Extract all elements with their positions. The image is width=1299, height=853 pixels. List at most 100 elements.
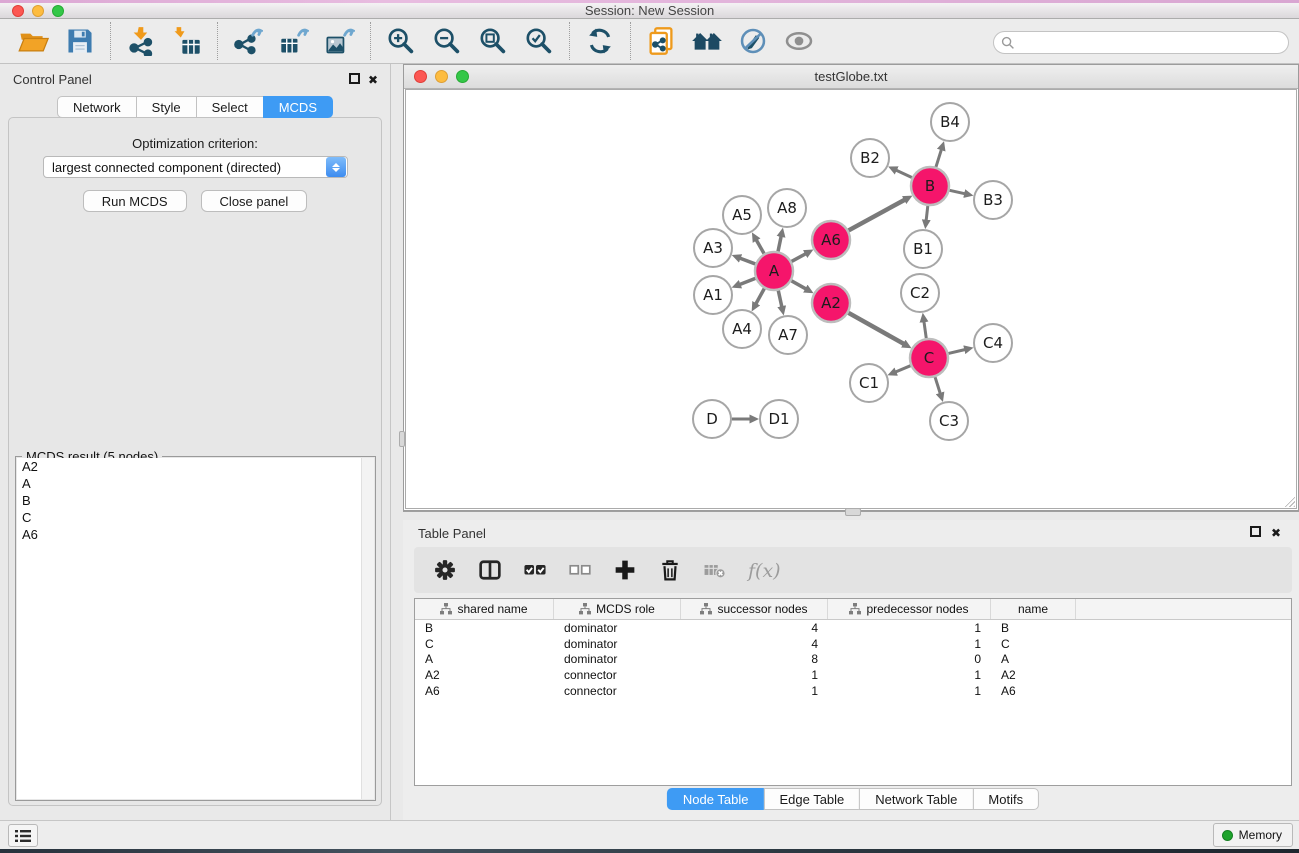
export-table-button[interactable] <box>276 23 312 59</box>
tab-network[interactable]: Network <box>57 96 137 118</box>
memory-button[interactable]: Memory <box>1213 823 1293 847</box>
network-canvas[interactable]: B4 B2 B B3 A8A5 A6 A3 B1 A A1 C2 A2 A4A7 C4 C C1 C3 D D1 <box>405 89 1297 509</box>
tab-network-table[interactable]: Network Table <box>859 788 973 810</box>
zoom-fit-button[interactable] <box>475 23 511 59</box>
tab-motifs[interactable]: Motifs <box>972 788 1039 810</box>
table-row[interactable]: A2connector11A2 <box>415 667 1291 683</box>
eye-button[interactable] <box>781 23 817 59</box>
mcds-result-item[interactable]: A6 <box>17 526 374 543</box>
tab-edge-table[interactable]: Edge Table <box>763 788 860 810</box>
node-A[interactable]: A <box>755 252 793 290</box>
node-C4[interactable]: C4 <box>974 324 1012 362</box>
zoom-out-button[interactable] <box>429 23 465 59</box>
node-B1[interactable]: B1 <box>904 230 942 268</box>
node-B[interactable]: B <box>911 167 949 205</box>
node-B2[interactable]: B2 <box>851 139 889 177</box>
node-A6[interactable]: A6 <box>812 221 850 259</box>
column-header-MCDS-role[interactable]: MCDS role <box>554 599 681 619</box>
save-button[interactable] <box>62 23 98 59</box>
node-B4[interactable]: B4 <box>931 103 969 141</box>
task-history-button[interactable] <box>8 824 38 847</box>
node-C3[interactable]: C3 <box>930 402 968 440</box>
clone-network-button[interactable] <box>643 23 679 59</box>
edge-C-C1[interactable] <box>896 366 911 372</box>
add-button[interactable] <box>610 555 640 585</box>
node-A7[interactable]: A7 <box>769 316 807 354</box>
table-row[interactable]: Bdominator41B <box>415 620 1291 636</box>
node-label: B4 <box>940 113 960 131</box>
edge-A-A8[interactable] <box>778 236 781 251</box>
mcds-result-item[interactable]: A2 <box>17 458 374 475</box>
node-D1[interactable]: D1 <box>760 400 798 438</box>
tab-select[interactable]: Select <box>196 96 264 118</box>
edge-B-B2[interactable] <box>896 170 912 177</box>
edge-C-C4[interactable] <box>948 350 964 354</box>
tab-style[interactable]: Style <box>136 96 197 118</box>
edge-B-B4[interactable] <box>936 150 941 167</box>
table-row[interactable]: A6connector11A6 <box>415 683 1291 699</box>
node-C1[interactable]: C1 <box>850 364 888 402</box>
node-A4[interactable]: A4 <box>723 310 761 348</box>
edge-B-B3[interactable] <box>950 190 965 193</box>
criterion-select[interactable]: largest connected component (directed) <box>43 156 348 178</box>
edge-A2-C[interactable] <box>848 313 903 344</box>
node-A8[interactable]: A8 <box>768 189 806 227</box>
columns-button[interactable] <box>475 555 505 585</box>
node-A2[interactable]: A2 <box>812 284 850 322</box>
column-header-predecessor-nodes[interactable]: predecessor nodes <box>828 599 991 619</box>
run-mcds-button[interactable]: Run MCDS <box>83 190 187 212</box>
node-C[interactable]: C <box>910 339 948 377</box>
edge-A6-B[interactable] <box>849 200 905 231</box>
column-header-successor-nodes[interactable]: successor nodes <box>681 599 828 619</box>
float-table-panel-icon[interactable] <box>1250 526 1261 537</box>
edge-A-A4[interactable] <box>756 289 764 304</box>
home-button[interactable] <box>689 23 725 59</box>
zoom-selected-button[interactable] <box>521 23 557 59</box>
open-folder-button[interactable] <box>16 23 52 59</box>
edge-C-C3[interactable] <box>935 377 940 393</box>
edge-A-A3[interactable] <box>740 258 755 264</box>
deselect-all-button[interactable] <box>565 555 595 585</box>
edge-A-A2[interactable] <box>791 281 805 289</box>
export-network-button[interactable] <box>230 23 266 59</box>
mcds-result-item[interactable]: C <box>17 509 374 526</box>
edge-A-A1[interactable] <box>740 278 755 284</box>
select-all-button[interactable] <box>520 555 550 585</box>
import-network-button[interactable] <box>123 23 159 59</box>
column-header-name[interactable]: name <box>991 599 1076 619</box>
edge-B-B1[interactable] <box>926 206 928 220</box>
zoom-in-button[interactable] <box>383 23 419 59</box>
close-panel-button[interactable]: Close panel <box>201 190 308 212</box>
close-panel-icon[interactable]: ✖ <box>366 73 380 87</box>
node-A1[interactable]: A1 <box>694 276 732 314</box>
node-A3[interactable]: A3 <box>694 229 732 267</box>
float-panel-icon[interactable] <box>349 73 360 84</box>
edge-A-A5[interactable] <box>756 240 764 253</box>
hide-annotations-button[interactable] <box>735 23 771 59</box>
divider-grip[interactable] <box>845 508 861 516</box>
search-box[interactable] <box>993 31 1289 54</box>
refresh-button[interactable] <box>582 23 618 59</box>
column-header-shared-name[interactable]: shared name <box>415 599 554 619</box>
node-A5[interactable]: A5 <box>723 196 761 234</box>
close-table-panel-icon[interactable]: ✖ <box>1269 526 1283 540</box>
node-B3[interactable]: B3 <box>974 181 1012 219</box>
edge-A-A6[interactable] <box>792 254 806 262</box>
import-table-button[interactable] <box>169 23 205 59</box>
search-input[interactable] <box>1015 34 1288 52</box>
edge-C-C2[interactable] <box>924 322 926 338</box>
tab-node-table[interactable]: Node Table <box>667 788 765 810</box>
table-row[interactable]: Cdominator41C <box>415 636 1291 652</box>
mcds-result-item[interactable]: B <box>17 492 374 509</box>
mcds-result-item[interactable]: A <box>17 475 374 492</box>
export-image-button[interactable] <box>322 23 358 59</box>
settings-button[interactable] <box>430 555 460 585</box>
pane-divider-grip[interactable] <box>399 431 405 447</box>
tab-mcds[interactable]: MCDS <box>263 96 333 118</box>
delete-button[interactable] <box>655 555 685 585</box>
table-row[interactable]: Adominator80A <box>415 652 1291 668</box>
node-D[interactable]: D <box>693 400 731 438</box>
edge-A-A7[interactable] <box>778 291 782 307</box>
scrollbar-track[interactable] <box>361 458 374 799</box>
node-C2[interactable]: C2 <box>901 274 939 312</box>
